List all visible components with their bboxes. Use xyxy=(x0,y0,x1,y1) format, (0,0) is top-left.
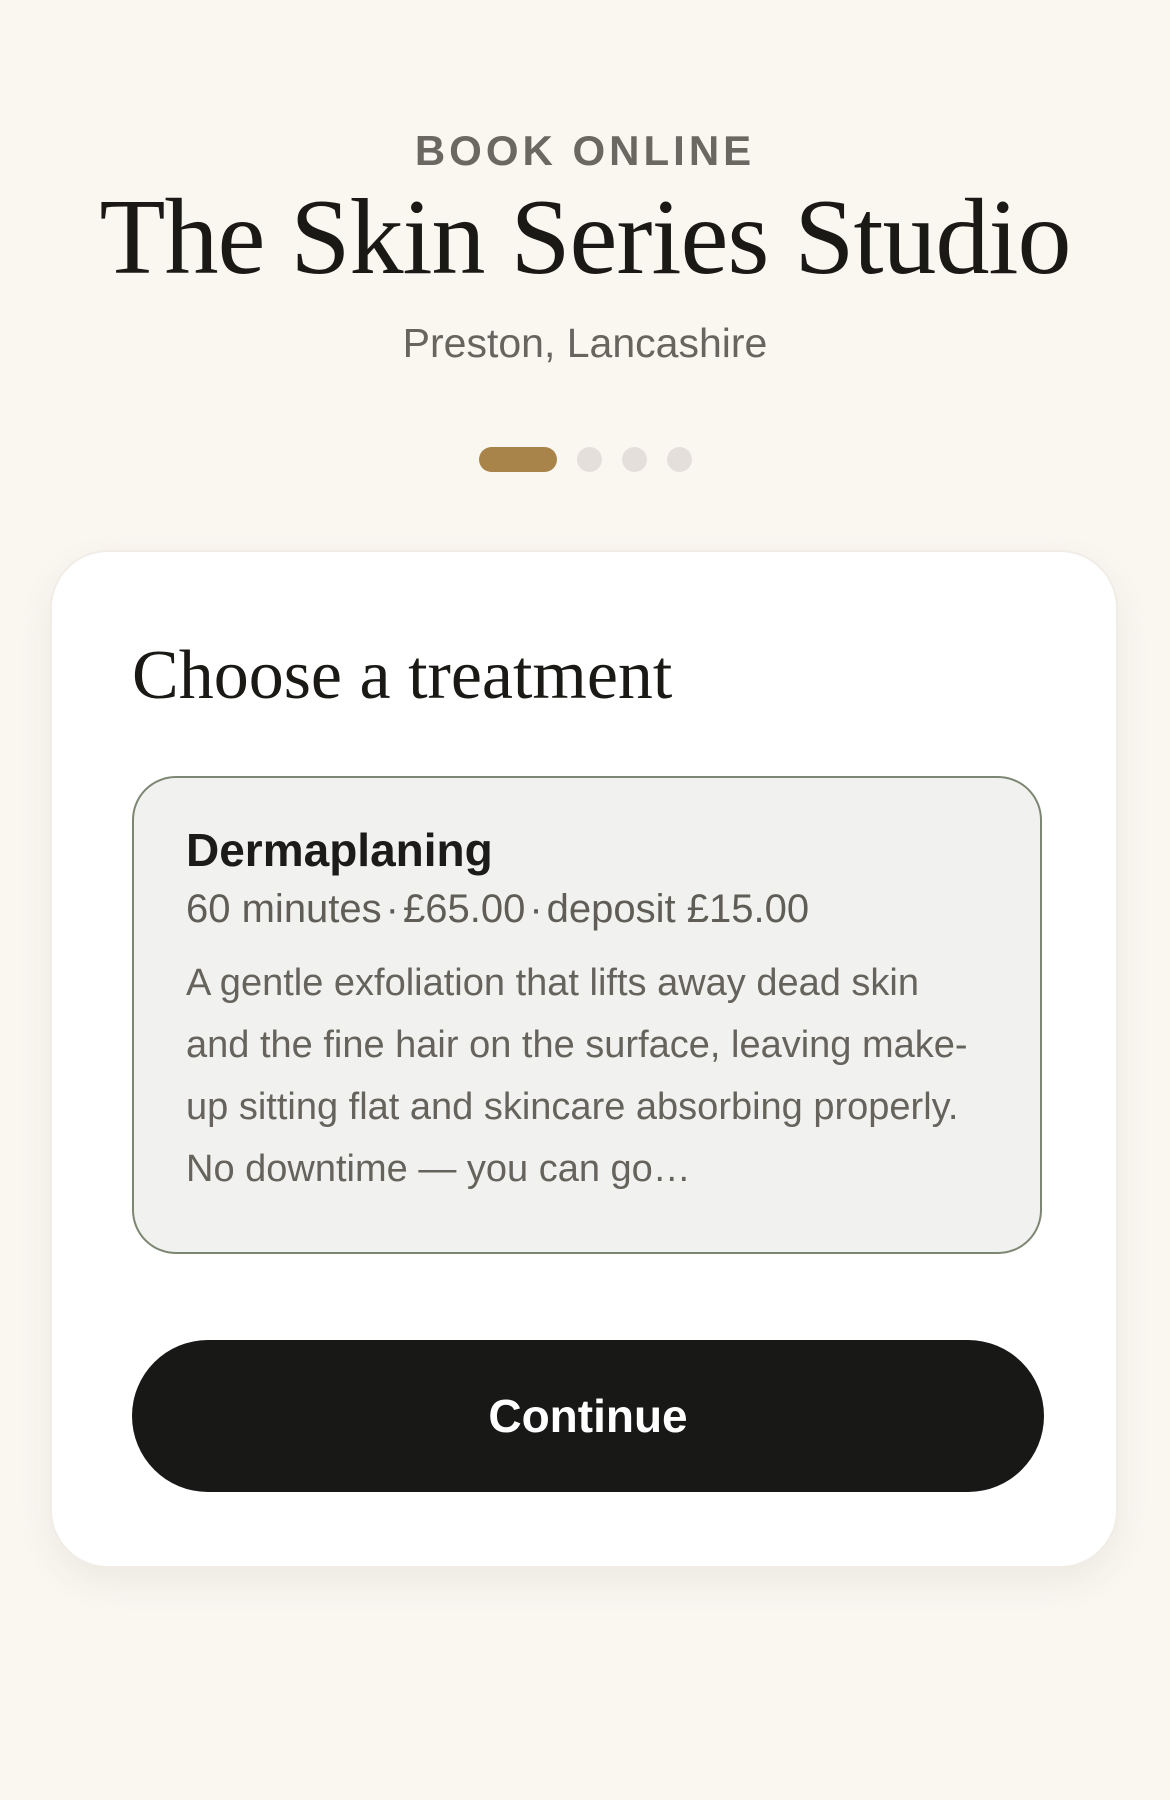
meta-separator: · xyxy=(385,887,399,931)
treatment-price: £65.00 xyxy=(403,887,526,931)
step-dot-4 xyxy=(666,446,692,472)
treatment-description: A gentle exfoliation that lifts away dea… xyxy=(186,962,968,1190)
treatment-deposit: deposit £15.00 xyxy=(546,887,810,931)
card-heading: Choose a treatment xyxy=(132,637,673,714)
eyebrow-label: BOOK ONLINE xyxy=(414,127,756,174)
treatment-meta: 60 minutes · £65.00 · deposit £15.00 xyxy=(186,884,988,934)
treatment-option-dermaplaning[interactable]: Dermaplaning 60 minutes · £65.00 · deposit £… xyxy=(132,776,1042,1254)
studio-title: The Skin Series Studio xyxy=(99,178,1072,297)
step-dot-1-active xyxy=(478,446,557,472)
continue-button[interactable]: Continue xyxy=(132,1340,1044,1492)
booking-card: Choose a treatment Dermaplaning 60 minut… xyxy=(50,550,1118,1568)
meta-separator: · xyxy=(529,887,543,931)
step-indicator xyxy=(0,446,1170,472)
step-dot-2 xyxy=(576,446,602,472)
studio-location: Preston, Lancashire xyxy=(402,320,768,366)
treatment-duration: 60 minutes xyxy=(186,887,382,931)
step-dot-3 xyxy=(621,446,647,472)
treatment-name: Dermaplaning xyxy=(186,824,493,876)
